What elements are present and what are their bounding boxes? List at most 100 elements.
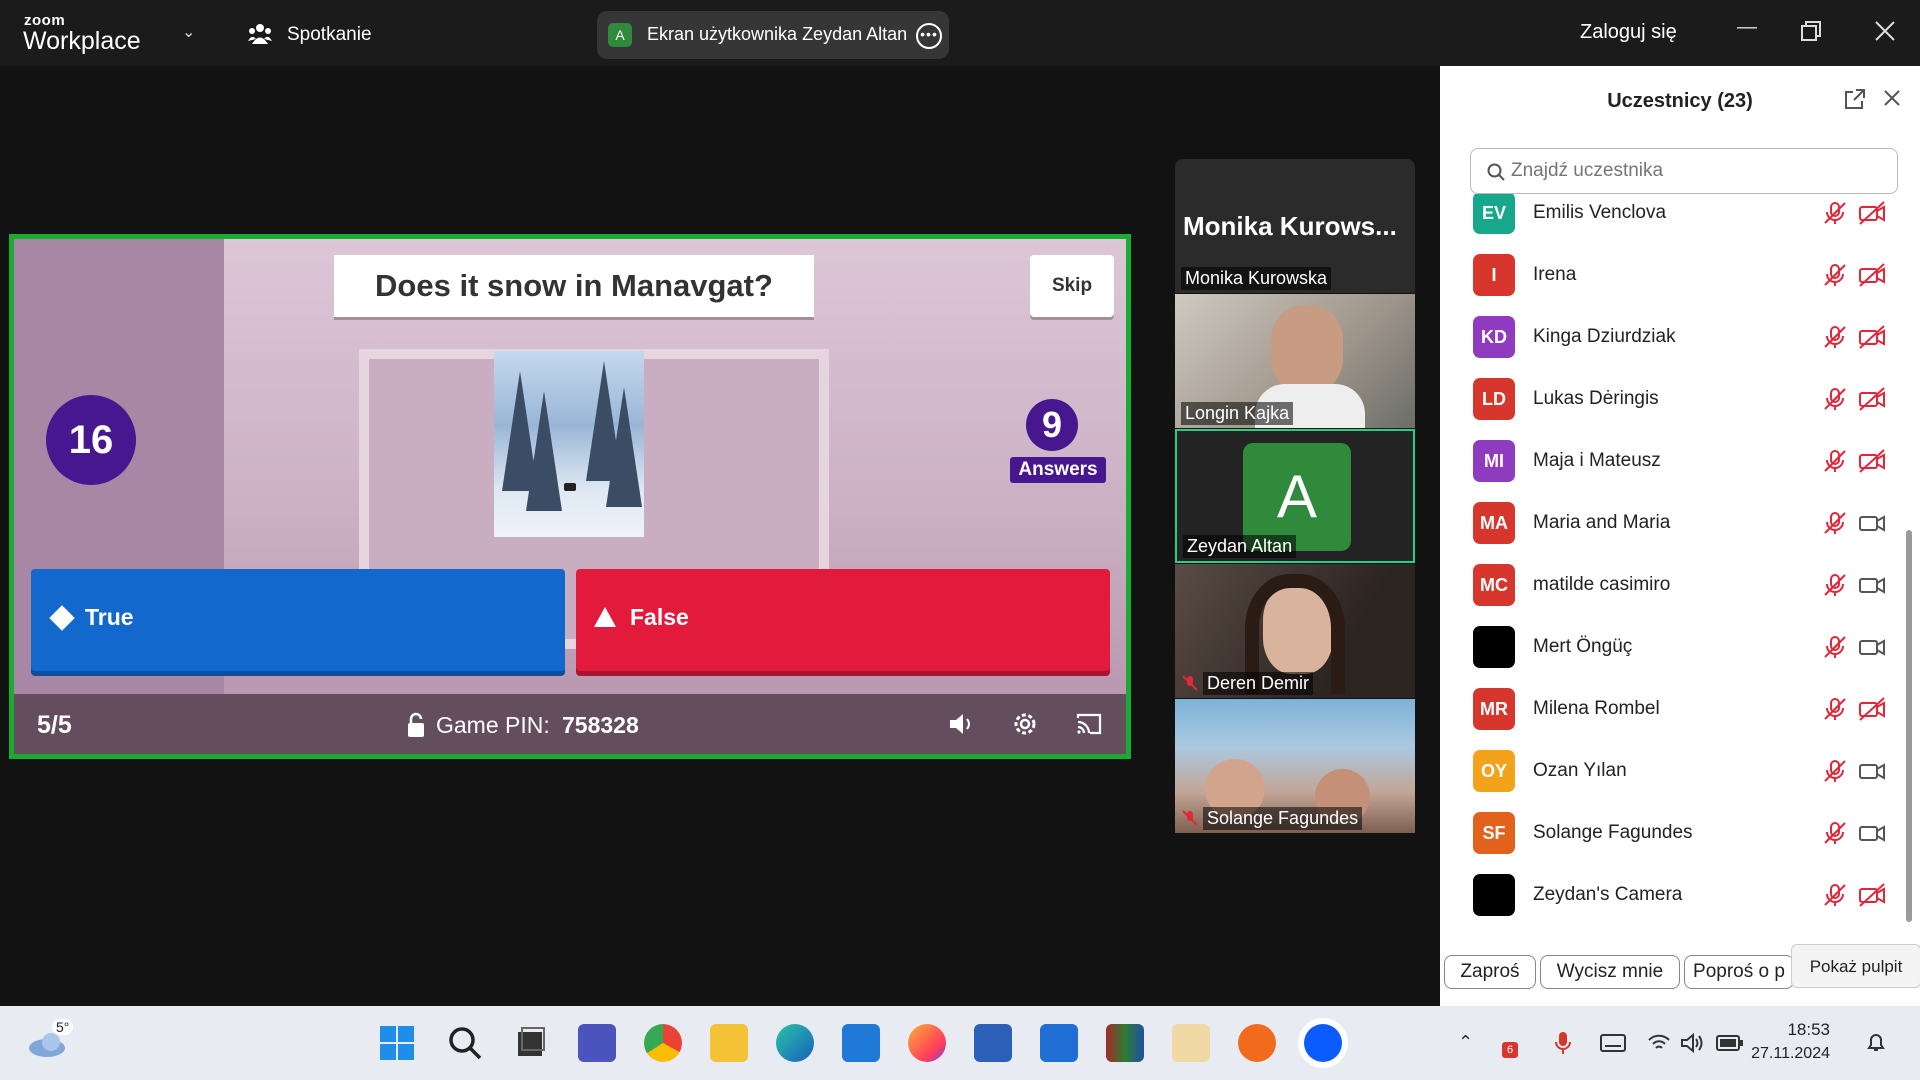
request-button[interactable]: Poproś o p [1684,955,1794,989]
participant-row[interactable]: EV Emilis Venclova [1440,194,1910,242]
clock-time[interactable]: 18:53 [1760,1020,1830,1040]
close-icon[interactable] [1882,88,1902,108]
video-tile-name: Zeydan Altan [1183,535,1297,558]
close-window-icon[interactable] [1874,20,1896,42]
participant-row[interactable]: MR Milena Rombel [1440,676,1910,738]
video-icon[interactable] [1858,821,1886,845]
chevron-down-icon[interactable]: ⌄ [182,22,195,42]
shared-screen[interactable]: Does it snow in Manavgat? Skip 16 9 Answ… [9,234,1131,759]
participant-search[interactable] [1470,148,1898,194]
settings-gear-icon[interactable] [1010,710,1040,738]
participant-row[interactable]: I Irena [1440,242,1910,304]
participant-avatar: MI [1473,440,1515,482]
participant-avatar [1473,874,1515,916]
active-speaker-name: Monika Kurows... [1183,211,1397,241]
skip-button[interactable]: Skip [1030,255,1114,317]
video-tile-participant[interactable]: A Zeydan Altan [1175,429,1415,563]
mail-icon[interactable] [842,1024,880,1062]
participant-row[interactable]: LD Lukas Dėringis [1440,366,1910,428]
wifi-icon[interactable] [1648,1034,1670,1052]
app-icon[interactable] [1040,1024,1078,1062]
muted-mic-icon[interactable] [1822,386,1848,412]
lock-icon[interactable] [406,712,426,738]
mute-me-button[interactable]: Wycisz mnie [1540,955,1680,989]
participant-row[interactable]: OY Ozan Yılan [1440,738,1910,800]
file-explorer-icon[interactable] [710,1024,748,1062]
muted-mic-icon[interactable] [1822,324,1848,350]
pop-out-icon[interactable] [1844,88,1866,110]
app-icon[interactable] [1172,1024,1210,1062]
firefox-icon[interactable] [908,1024,946,1062]
zoom-titlebar: zoom Workplace ⌄ Spotkanie A Ekran użytk… [0,0,1920,66]
app-icon[interactable] [1238,1024,1276,1062]
speaker-icon[interactable] [1680,1032,1704,1054]
invite-button[interactable]: Zaproś [1444,955,1536,989]
teams-icon[interactable] [578,1024,616,1062]
video-off-icon[interactable] [1858,449,1886,473]
video-icon[interactable] [1858,573,1886,597]
windows-start-icon[interactable] [378,1024,416,1062]
participant-row[interactable]: Zeydan's Camera [1440,862,1910,924]
volume-icon[interactable] [946,710,976,738]
winrar-icon[interactable] [1106,1024,1144,1062]
search-icon[interactable] [446,1024,484,1062]
clock-date[interactable]: 27.11.2024 [1740,1045,1830,1063]
answer-true-button[interactable]: True [31,569,565,671]
keyboard-icon[interactable] [1600,1034,1626,1052]
zoom-workplace-label: Workplace [23,27,141,55]
participant-name: Solange Fagundes [1533,822,1693,843]
muted-mic-icon[interactable] [1822,262,1848,288]
participant-row[interactable]: Mert Öngüç [1440,614,1910,676]
participant-row[interactable]: MA Maria and Maria [1440,490,1910,552]
video-off-icon[interactable] [1858,883,1886,907]
video-tile-participant[interactable]: Longin Kajka [1175,294,1415,428]
notification-bell-icon[interactable] [1864,1030,1888,1054]
muted-mic-icon[interactable] [1822,882,1848,908]
chrome-icon[interactable] [644,1024,682,1062]
sign-in-button[interactable]: Zaloguj się [1580,21,1677,44]
chevron-up-icon[interactable]: ⌃ [1458,1032,1473,1053]
video-off-icon[interactable] [1858,697,1886,721]
video-off-icon[interactable] [1858,263,1886,287]
muted-mic-icon[interactable] [1822,200,1848,226]
microphone-icon[interactable] [1553,1030,1573,1056]
restore-icon[interactable] [1800,20,1822,42]
participant-name: Milena Rombel [1533,698,1660,719]
scrollbar[interactable] [1906,530,1912,922]
participant-name: Lukas Dėringis [1533,388,1659,409]
video-icon[interactable] [1858,511,1886,535]
video-tile-participant[interactable]: Solange Fagundes [1175,699,1415,833]
answer-false-button[interactable]: False [576,569,1110,671]
muted-mic-icon[interactable] [1822,820,1848,846]
video-tile-active-speaker[interactable]: Monika Kurows... Monika Kurowska [1175,159,1415,293]
participant-row[interactable]: MI Maja i Mateusz [1440,428,1910,490]
muted-mic-icon[interactable] [1822,696,1848,722]
video-off-icon[interactable] [1858,325,1886,349]
search-input[interactable] [1511,159,1881,183]
participant-row[interactable]: MC matilde casimiro [1440,552,1910,614]
participant-row[interactable]: KD Kinga Dziurdziak [1440,304,1910,366]
task-view-icon[interactable] [512,1024,550,1062]
muted-mic-icon[interactable] [1822,572,1848,598]
edge-icon[interactable] [776,1024,814,1062]
video-icon[interactable] [1858,759,1886,783]
video-tile-participant[interactable]: Deren Demir [1175,564,1415,698]
muted-mic-icon[interactable] [1822,448,1848,474]
participant-name: Zeydan's Camera [1533,884,1683,905]
more-options-icon[interactable]: ••• [916,23,942,49]
participant-row[interactable]: SF Solange Fagundes [1440,800,1910,862]
video-icon[interactable] [1858,635,1886,659]
meeting-icon [248,24,272,44]
muted-mic-icon[interactable] [1822,510,1848,536]
muted-mic-icon[interactable] [1822,758,1848,784]
participant-avatar: I [1473,254,1515,296]
zoom-icon[interactable] [1304,1024,1342,1062]
meeting-menu-label[interactable]: Spotkanie [287,24,372,46]
word-icon[interactable] [974,1024,1012,1062]
video-off-icon[interactable] [1858,387,1886,411]
countdown-timer: 16 [46,395,136,485]
muted-mic-icon[interactable] [1822,634,1848,660]
minimize-icon[interactable]: — [1730,16,1764,46]
video-off-icon[interactable] [1858,201,1886,225]
cast-icon[interactable] [1074,710,1104,738]
